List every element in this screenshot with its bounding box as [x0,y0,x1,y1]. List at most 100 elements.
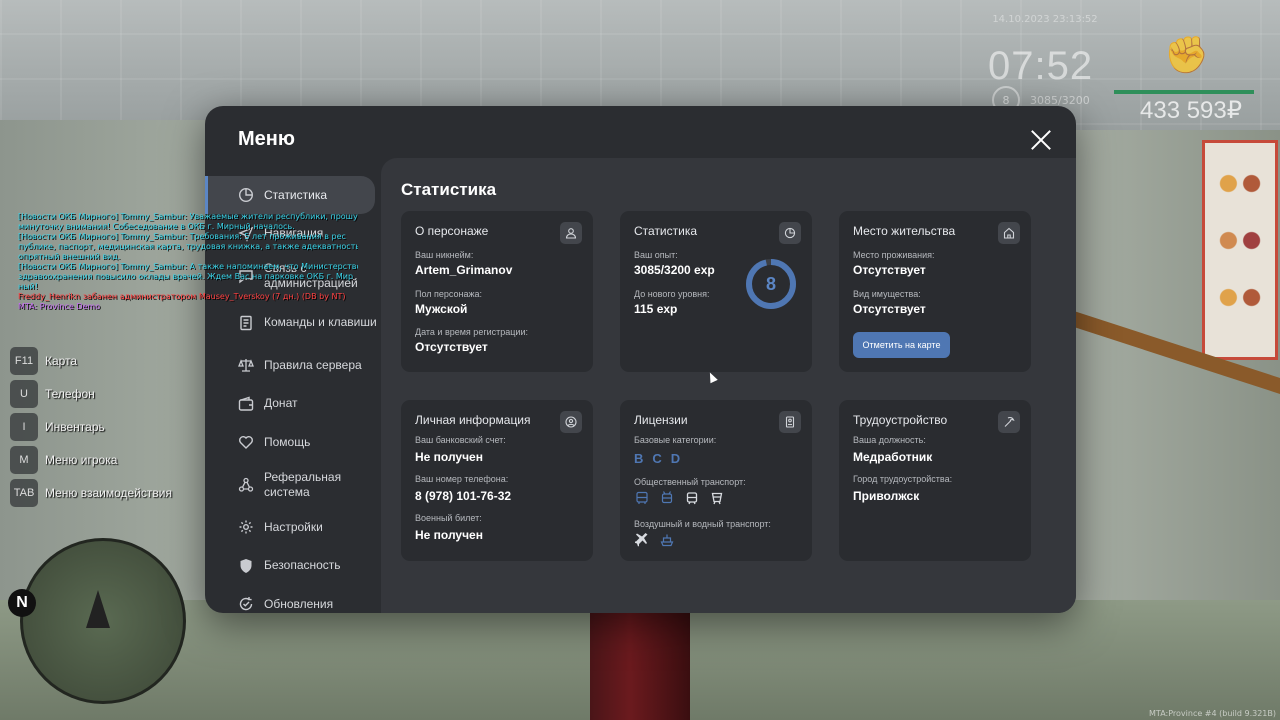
nav-item-updates[interactable]: Обновления [205,585,381,613]
field-label: Воздушный и водный транспорт: [634,519,771,529]
key-cap: I [10,413,38,441]
key-hint-interaction-menu: TAB Меню взаимодействия [10,477,172,509]
hud-clock: 07:52 [988,44,1094,88]
pie-chart-icon [237,186,255,204]
field-label: Город трудоустройства: [853,474,953,484]
bank-account-value: Не получен [415,450,483,464]
card-character: О персонаже Ваш никнейм: Artem_Grimanov … [401,211,593,372]
field-label: Пол персонажа: [415,289,483,299]
card-title: Статистика [634,224,698,238]
heart-hand-icon [237,433,255,451]
chat-line: [Новости ОКБ Мирного] Tommy_Sambur: Треб… [18,232,346,241]
scales-icon [237,356,255,374]
chat-line: опрятный внешний вид. [18,252,121,261]
field-label: Вид имущества: [853,289,921,299]
chat-log: [Новости ОКБ Мирного] Tommy_Sambur: Уваж… [18,212,358,312]
key-hint-label: Меню взаимодействия [45,486,172,500]
license-category: C [652,451,662,466]
card-title: Личная информация [415,413,531,427]
trolleybus-icon [659,490,675,506]
pickaxe-icon [998,411,1020,433]
field-label: Общественный транспорт: [634,477,746,487]
nav-label: Реферальная система [264,469,342,499]
nav-label: Донат [264,396,298,410]
gender-value: Мужской [415,302,468,316]
nickname-value: Artem_Grimanov [415,263,513,277]
close-button[interactable] [1029,128,1053,152]
nav-label: Обновления [264,596,334,611]
bus-icon [634,490,650,506]
experience-value: 3085/3200 exp [634,263,715,277]
key-hints: F11 Карта U Телефон I Инвентарь M Меню и… [10,345,172,510]
key-hint-label: Карта [45,354,78,368]
key-cap: TAB [10,479,38,507]
license-categories: B C D [634,451,680,466]
air-water-transport-icons [634,532,675,548]
nav-item-referral[interactable]: Реферальная система [205,462,381,508]
field-label: До нового уровня: [634,289,710,299]
next-level-value: 115 exp [634,302,678,316]
chat-line: минуточку внимания! Собеседование в ОКБ … [18,222,295,231]
home-icon [998,222,1020,244]
nav-item-donate[interactable]: Донат [205,385,381,423]
document-icon [237,314,255,332]
employment-city-value: Приволжск [853,489,920,503]
card-statistics: Статистика Ваш опыт: 3085/3200 exp До но… [620,211,812,372]
license-category: D [670,451,681,466]
nav-item-help[interactable]: Помощь [205,423,381,461]
nav-item-statistics[interactable]: Статистика [205,176,375,214]
health-bar [1114,90,1254,94]
nav-item-rules[interactable]: Правила сервера [205,346,381,384]
card-residence: Место жительства Место проживания: Отсут… [839,211,1031,372]
nav-item-settings[interactable]: Настройки [205,508,381,546]
field-label: Базовые категории: [634,435,717,445]
registration-value: Отсутствует [415,340,488,354]
card-title: Место жительства [853,224,956,238]
card-title: Трудоустройство [853,413,948,427]
key-hint-label: Инвентарь [45,420,105,434]
nav-label: Помощь [264,434,311,449]
wall-poster [1202,140,1278,360]
card-employment: Трудоустройство Ваша должность: Медработ… [839,400,1031,561]
metro-icon [709,490,725,506]
wallet-icon [237,395,255,413]
nav-item-security[interactable]: Безопасность [205,547,381,585]
player-arrow-icon [86,590,110,628]
fist-icon: ✊ [1164,35,1209,76]
tram-icon [684,490,700,506]
menu-title: Меню [238,128,295,150]
player-menu-modal: Меню Статистика Навигация Связь с админи… [205,106,1076,613]
military-id-value: Не получен [415,528,483,542]
card-title: Лицензии [634,413,688,427]
field-label: Военный билет: [415,513,482,523]
field-label: Ваш никнейм: [415,250,474,260]
nav-label: Статистика [264,187,328,202]
card-title: О персонаже [415,224,489,238]
mark-on-map-button[interactable]: Отметить на карте [853,332,950,358]
key-hint-map: F11 Карта [10,345,172,377]
user-icon [560,222,582,244]
field-label: Дата и время регистрации: [415,327,528,337]
chat-line: Freddy_Henrikn забанен администратором M… [18,292,346,301]
build-info: MTA:Province #4 (build 9.321B) [1149,709,1276,718]
key-hint-label: Меню игрока [45,453,118,467]
nav-label: Команды и клавиши [264,315,377,329]
key-hint-inventory: I Инвентарь [10,411,172,443]
chat-line: [Новости ОКБ Мирного] Tommy_Sambur: А та… [18,262,358,271]
key-hint-label: Телефон [45,387,95,401]
refresh-check-icon [237,595,255,613]
player-character [590,612,690,720]
id-badge-icon [779,411,801,433]
nav-label: Настройки [264,519,323,534]
content-title: Статистика [401,180,497,199]
nav-label: Безопасность [264,558,341,572]
hud-money: 433 593₽ [1140,97,1243,124]
user-circle-icon [560,411,582,433]
level-number: 8 [765,273,776,294]
key-hint-phone: U Телефон [10,378,172,410]
chat-line: ный! [18,282,38,291]
statistics-content: Статистика О персонаже Ваш никнейм: Arte… [381,158,1076,613]
key-cap: M [10,446,38,474]
gear-icon [237,518,255,536]
public-transport-icons [634,490,725,506]
